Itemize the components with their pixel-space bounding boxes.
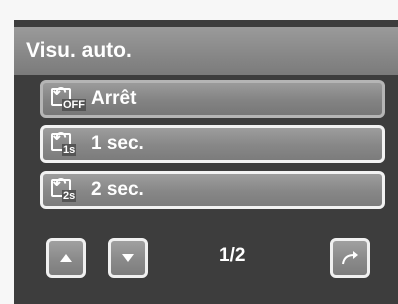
- menu-item-label: 1 sec.: [91, 133, 144, 154]
- back-button[interactable]: [330, 238, 370, 278]
- camera-menu-screen: Visu. auto. ↶ OFF Arrêt ↶ 1s 1 sec. ↶ 2s…: [14, 20, 398, 304]
- page-down-button[interactable]: [108, 238, 148, 278]
- menu-item-off[interactable]: ↶ OFF Arrêt: [40, 80, 385, 118]
- menu-item-2s[interactable]: ↶ 2s 2 sec.: [40, 171, 385, 209]
- menu-item-1s[interactable]: ↶ 1s 1 sec.: [40, 125, 385, 163]
- review-2s-icon: ↶ 2s: [51, 176, 77, 202]
- up-arrow-icon: [60, 254, 72, 262]
- review-off-icon: ↶ OFF: [51, 85, 86, 111]
- review-1s-icon: ↶ 1s: [51, 130, 77, 156]
- menu-item-label: 2 sec.: [91, 179, 144, 200]
- return-arrow-icon: [342, 251, 358, 265]
- menu-title: Visu. auto.: [14, 27, 398, 75]
- page-indicator: 1/2: [219, 245, 246, 266]
- page-up-button[interactable]: [46, 238, 86, 278]
- down-arrow-icon: [122, 254, 134, 262]
- menu-item-label: Arrêt: [91, 88, 137, 109]
